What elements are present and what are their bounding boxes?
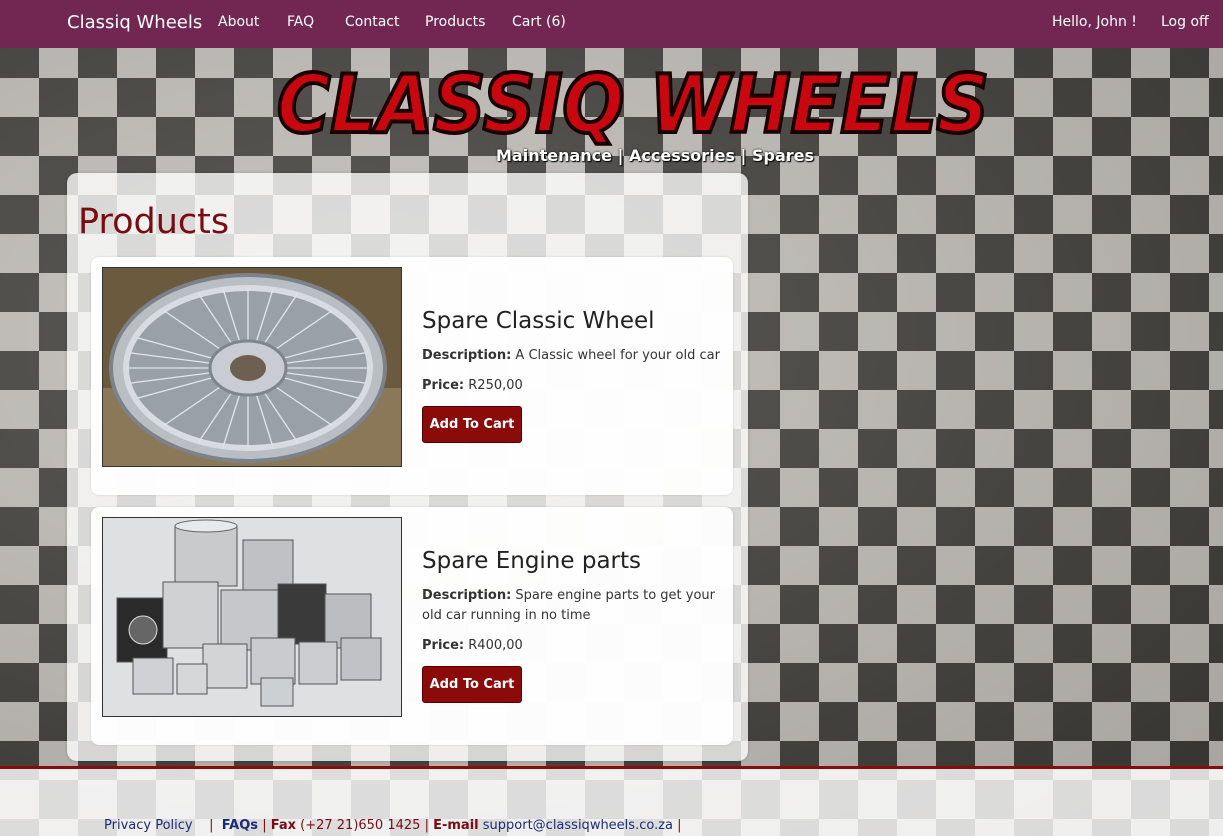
nav-faq[interactable]: FAQ	[287, 14, 314, 30]
price-label: Price:	[422, 638, 465, 653]
description-label: Description:	[422, 348, 512, 363]
product-description: Description: A Classic wheel for your ol…	[422, 346, 727, 366]
brand-link[interactable]: Classiq Wheels	[67, 12, 202, 33]
pistons-image	[102, 517, 402, 717]
footer-links: Privacy Policy | FAQs | Fax (+27 21)650 …	[104, 818, 682, 833]
product-price: Price: R250,00	[422, 378, 523, 393]
nav-contact[interactable]: Contact	[345, 14, 399, 30]
add-to-cart-button[interactable]: Add To Cart	[422, 666, 522, 703]
top-navbar: Classiq Wheels About FAQ Contact Product…	[0, 0, 1223, 48]
price-value: R400,00	[468, 638, 523, 653]
product-name: Spare Engine parts	[422, 548, 641, 574]
faqs-link[interactable]: FAQs	[222, 818, 258, 833]
email-link[interactable]: support@classiqwheels.co.za	[483, 818, 673, 833]
product-card: Spare Classic Wheel Description: A Class…	[91, 257, 733, 495]
add-to-cart-button[interactable]: Add To Cart	[422, 406, 522, 443]
footer-separator: |	[424, 818, 429, 833]
description-label: Description:	[422, 588, 512, 603]
footer-separator: |	[262, 818, 267, 833]
product-description: Description: Spare engine parts to get y…	[422, 586, 727, 626]
privacy-policy-link[interactable]: Privacy Policy	[104, 818, 193, 833]
page-title: Products	[78, 202, 230, 242]
fax-number: (+27 21)650 1425	[300, 818, 421, 833]
nav-about[interactable]: About	[218, 14, 259, 30]
logo-text: CLASSIQ WHEELS	[277, 58, 989, 151]
nav-user-greeting[interactable]: Hello, John !	[1052, 14, 1137, 30]
tagline: Maintenance | Accessories | Spares	[496, 146, 815, 165]
wire-wheel-image	[102, 267, 402, 467]
footer-separator: |	[677, 818, 682, 833]
price-label: Price:	[422, 378, 465, 393]
product-price: Price: R400,00	[422, 638, 523, 653]
footer: Privacy Policy | FAQs | Fax (+27 21)650 …	[0, 769, 1223, 836]
nav-cart[interactable]: Cart (6)	[512, 14, 566, 30]
nav-logoff[interactable]: Log off	[1161, 14, 1209, 30]
nav-products[interactable]: Products	[425, 14, 485, 30]
product-card: Spare Engine parts Description: Spare en…	[91, 507, 733, 745]
fax-label: Fax	[270, 818, 296, 833]
email-label: E-mail	[433, 818, 479, 833]
footer-separator: |	[209, 818, 214, 833]
description-text: A Classic wheel for your old car	[515, 348, 720, 363]
price-value: R250,00	[468, 378, 523, 393]
product-name: Spare Classic Wheel	[422, 308, 655, 334]
